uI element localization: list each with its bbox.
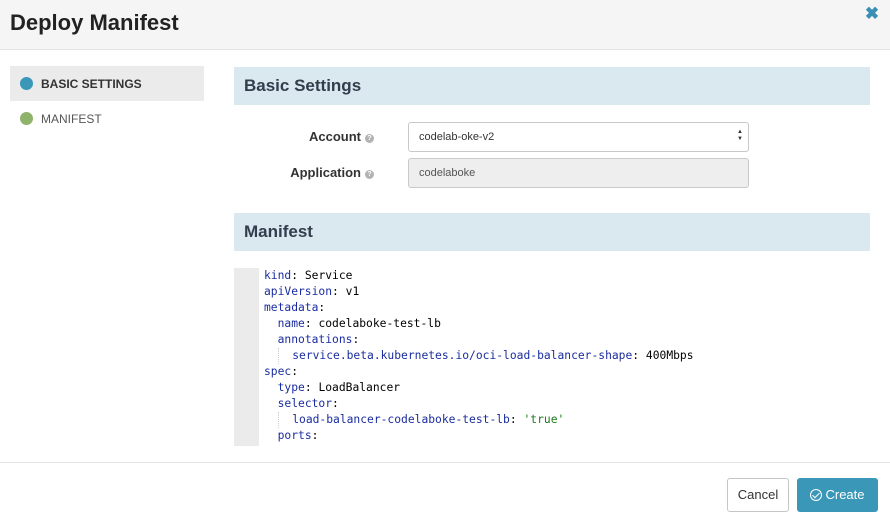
yaml-key: metadata xyxy=(264,301,319,314)
yaml-key: type xyxy=(277,381,305,394)
yaml-key: kind xyxy=(264,269,292,282)
editor-gutter xyxy=(234,268,259,446)
code-line: metadata: xyxy=(264,301,326,314)
code-line: load-balancer-codelaboke-test-lb: 'true' xyxy=(264,412,694,428)
code-line: service.beta.kubernetes.io/oci-load-bala… xyxy=(264,348,694,364)
yaml-value: 400Mbps xyxy=(645,349,694,362)
section-status-dot xyxy=(20,112,33,125)
code-line: name: codelaboke-test-lb xyxy=(277,317,441,330)
manifest-editor[interactable]: kind: Service apiVersion: v1 metadata: nam… xyxy=(234,268,870,446)
yaml-key: selector xyxy=(277,397,333,410)
application-row: Application? codelaboke xyxy=(234,158,870,188)
check-circle-icon xyxy=(810,489,823,501)
yaml-value: Service xyxy=(304,269,353,282)
code-line: type: LoadBalancer xyxy=(277,381,401,394)
create-button[interactable]: Create xyxy=(797,478,878,512)
dialog-title: Deploy Manifest xyxy=(10,10,179,35)
account-select[interactable]: codelab-oke-v2 ▲ ▼ xyxy=(408,122,749,152)
code-line: ports: xyxy=(277,429,319,442)
code-line: apiVersion: v1 xyxy=(264,285,360,298)
sidebar-item-manifest[interactable]: MANIFEST xyxy=(10,101,204,136)
code-line: annotations: xyxy=(277,333,360,346)
yaml-key: name xyxy=(277,317,305,330)
yaml-value: v1 xyxy=(345,285,360,298)
account-label: Account? xyxy=(309,122,374,152)
create-button-label: Create xyxy=(825,487,865,502)
account-select-value: codelab-oke-v2 xyxy=(419,131,495,143)
code-line: kind: Service xyxy=(264,269,353,282)
yaml-value: codelaboke-test-lb xyxy=(318,317,441,330)
dialog-header: Deploy Manifest ✖ xyxy=(0,0,890,50)
select-arrows-icon: ▲ ▼ xyxy=(737,129,743,142)
sidebar-item-basic-settings[interactable]: BASIC SETTINGS xyxy=(10,66,204,101)
application-field: codelaboke xyxy=(408,158,749,188)
yaml-key: load-balancer-codelaboke-test-lb xyxy=(292,413,510,426)
basic-settings-heading: Basic Settings xyxy=(234,67,870,105)
code-line: selector: xyxy=(277,397,339,410)
manifest-code[interactable]: kind: Service apiVersion: v1 metadata: nam… xyxy=(264,268,694,444)
yaml-value: 'true' xyxy=(523,413,565,426)
yaml-key: annotations xyxy=(277,333,353,346)
yaml-key: ports xyxy=(277,429,312,442)
sidebar-nav: BASIC SETTINGS MANIFEST xyxy=(10,66,204,136)
account-row: Account? codelab-oke-v2 ▲ ▼ xyxy=(234,122,870,152)
code-line: spec: xyxy=(264,365,299,378)
sidebar-item-label: BASIC SETTINGS xyxy=(41,76,142,91)
yaml-key: service.beta.kubernetes.io/oci-load-bala… xyxy=(292,349,633,362)
close-icon[interactable]: ✖ xyxy=(864,5,880,23)
help-icon[interactable]: ? xyxy=(365,134,374,143)
yaml-key: spec xyxy=(264,365,292,378)
section-status-dot xyxy=(20,77,33,90)
sidebar-item-label: MANIFEST xyxy=(41,111,102,126)
manifest-heading: Manifest xyxy=(234,213,870,251)
yaml-value: LoadBalancer xyxy=(318,381,401,394)
help-icon[interactable]: ? xyxy=(365,170,374,179)
yaml-key: apiVersion xyxy=(264,285,333,298)
application-label: Application? xyxy=(290,158,374,188)
cancel-button[interactable]: Cancel xyxy=(727,478,789,512)
